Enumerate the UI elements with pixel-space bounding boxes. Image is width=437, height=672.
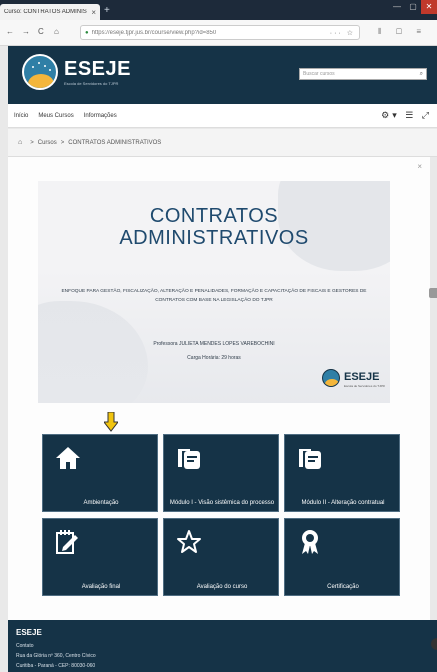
tile-label: Avaliação do curso	[196, 584, 248, 590]
tile-avaliacao-final[interactable]: Avaliação final	[42, 518, 158, 596]
logo-subtitle: Escola de Servidores do TJPR	[64, 81, 119, 86]
banner-logo: ESEJE Escola de Servidores do TJPR	[322, 367, 385, 391]
tile-label: Módulo I - Visão sistêmica do processo	[169, 500, 275, 506]
breadcrumb-item-cursos[interactable]: Cursos	[38, 140, 57, 146]
tab-close-icon[interactable]: ×	[91, 8, 96, 17]
lock-icon: ●	[85, 29, 89, 36]
breadcrumb: ⌂ > Cursos > CONTRATOS ADMINISTRATIVOS	[8, 129, 437, 157]
tile-label: Certificação	[327, 584, 359, 590]
browser-tab-bar: Curso: CONTRATOS ADMINIS × + — ▢ ✕	[0, 0, 437, 20]
tile-label: Módulo II - Alteração contratual	[301, 500, 385, 506]
banner-professor: Professora JULIETA MENDES LOPES VAREBOCH…	[153, 341, 275, 347]
address-bar[interactable]: ● https://eseje.tjpr.jus.br/course/view.…	[80, 25, 360, 40]
document-icon	[178, 449, 200, 469]
window-controls: — ▢ ✕	[389, 0, 437, 14]
scroll-to-top-button[interactable]	[431, 638, 437, 650]
breadcrumb-home-icon[interactable]: ⌂	[18, 139, 22, 146]
home-icon	[56, 447, 80, 469]
reload-icon[interactable]: C	[38, 27, 44, 36]
edit-icon	[56, 530, 78, 554]
url-text: https://eseje.tjpr.jus.br/course/view.ph…	[91, 29, 217, 36]
tab-title: Curso: CONTRATOS ADMINIS	[4, 9, 87, 15]
banner-title: CONTRATOS ADMINISTRATIVOS	[119, 205, 309, 249]
tile-ambientacao[interactable]: Ambientação	[42, 434, 158, 512]
logo-text[interactable]: ESEJE	[64, 58, 131, 81]
banner-description: Enfoque para gestão, fiscalização, alter…	[61, 289, 367, 303]
close-icon[interactable]: ×	[417, 162, 422, 171]
footer-contact-label: Contato	[16, 643, 34, 649]
search-icon[interactable]: ⌕	[420, 71, 423, 78]
side-scroll-handle[interactable]	[429, 288, 437, 298]
extensions-icon[interactable]: ⫴ ▢ ≡	[378, 27, 427, 37]
breadcrumb-separator: >	[30, 139, 34, 146]
arrow-down-icon	[104, 412, 118, 432]
forward-icon[interactable]: →	[22, 27, 30, 36]
star-icon	[177, 530, 201, 553]
page-actions-icon[interactable]: ··· ☆	[330, 29, 355, 37]
tile-modulo-2[interactable]: Módulo II - Alteração contratual	[284, 434, 400, 512]
breadcrumb-separator: >	[60, 139, 65, 146]
footer-title: ESEJE	[16, 628, 42, 637]
browser-toolbar: ← → C ⌂ ● https://eseje.tjpr.jus.br/cour…	[0, 20, 437, 46]
course-banner: CONTRATOS ADMINISTRATIVOS Enfoque para g…	[38, 181, 390, 403]
document-icon	[299, 449, 321, 469]
tile-avaliacao-curso[interactable]: Avaliação do curso	[163, 518, 279, 596]
menu-item-inicio[interactable]: Início	[14, 113, 28, 119]
tile-label: Avaliação final	[81, 584, 121, 590]
site-footer: ESEJE Contato Rua da Glória nº 360, Cent…	[8, 620, 437, 672]
tile-modulo-1[interactable]: Módulo I - Visão sistêmica do processo	[163, 434, 279, 512]
main-menu: Início Meus Cursos Informações ⚙▾ ☰ ⤢	[8, 104, 437, 128]
search-placeholder: Buscar cursos	[303, 71, 335, 77]
breadcrumb-item-course[interactable]: CONTRATOS ADMINISTRATIVOS	[68, 140, 161, 146]
new-tab-icon[interactable]: +	[104, 6, 110, 16]
tile-label: Ambientação	[83, 500, 119, 506]
footer-city: Curitiba - Paraná - CEP: 80030-060	[16, 663, 96, 669]
window-close-icon[interactable]: ✕	[421, 0, 437, 14]
back-icon[interactable]: ←	[6, 27, 14, 36]
search-input[interactable]: Buscar cursos ⌕	[299, 68, 427, 80]
settings-icon[interactable]: ⚙▾ ☰ ⤢	[381, 110, 432, 121]
logo-icon[interactable]	[22, 54, 58, 90]
course-panel: × CONTRATOS ADMINISTRATIVOS Enfoque para…	[8, 157, 430, 620]
browser-tab[interactable]: Curso: CONTRATOS ADMINIS ×	[0, 4, 100, 20]
site-header: ESEJE Escola de Servidores do TJPR Busca…	[8, 46, 437, 104]
logo-icon	[322, 369, 340, 387]
award-icon	[302, 530, 318, 554]
home-icon[interactable]: ⌂	[54, 27, 59, 36]
menu-item-informacoes[interactable]: Informações	[84, 113, 117, 119]
menu-item-meus-cursos[interactable]: Meus Cursos	[38, 113, 73, 119]
banner-hours: Carga Horária: 29 horas	[187, 355, 241, 361]
tile-certificacao[interactable]: Certificação	[284, 518, 400, 596]
footer-address: Rua da Glória nº 360, Centro Cívico	[16, 653, 96, 659]
minimize-icon[interactable]: —	[389, 0, 405, 14]
maximize-icon[interactable]: ▢	[405, 0, 421, 14]
